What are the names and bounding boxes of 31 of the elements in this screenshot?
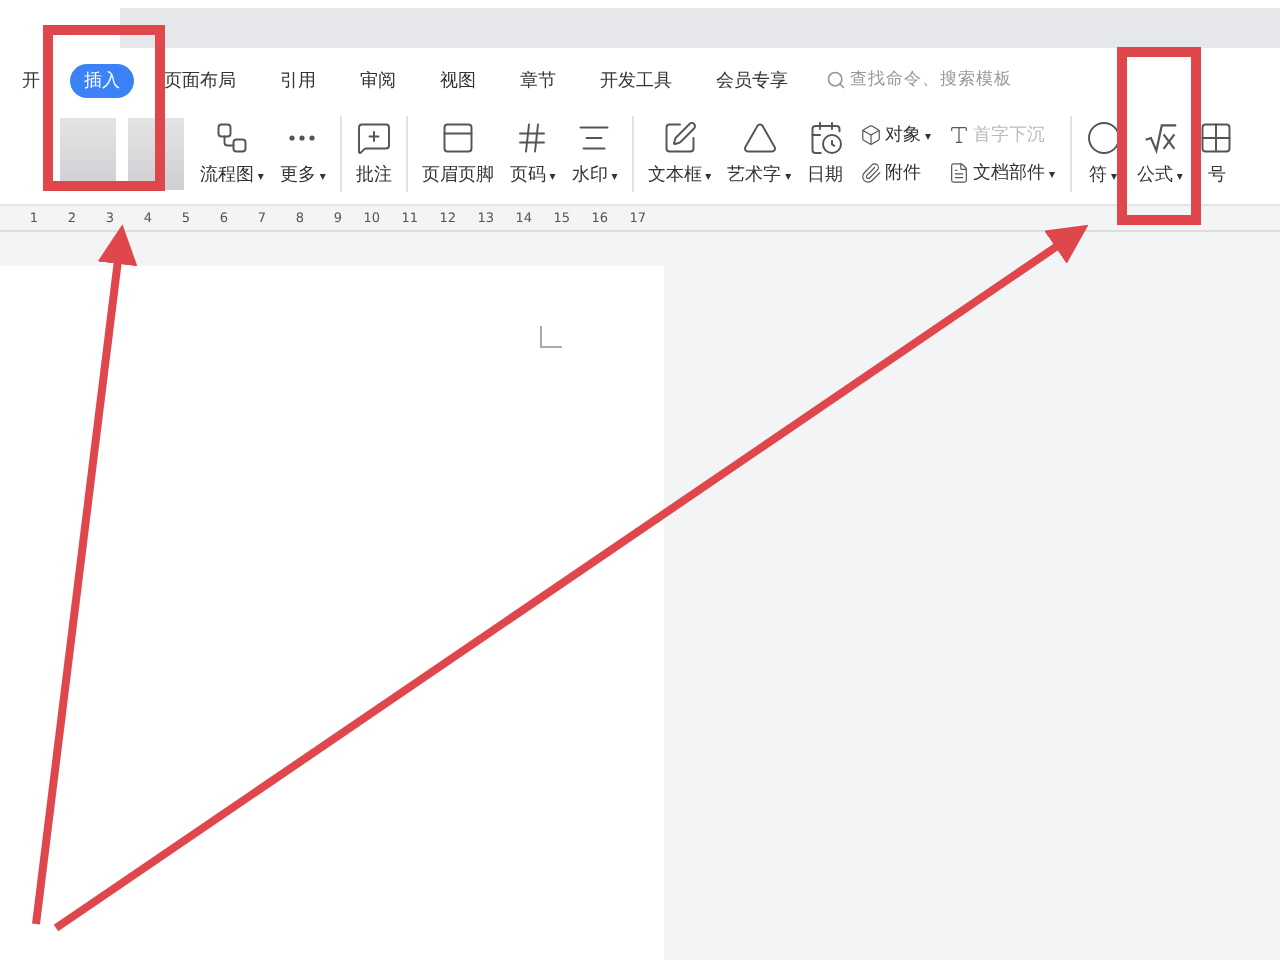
ribbon-button[interactable]: 批注 xyxy=(347,120,400,188)
ribbon-tab[interactable]: 开 xyxy=(8,63,54,97)
square-root-icon xyxy=(1141,120,1178,156)
cube-icon xyxy=(859,124,882,146)
calendar-icon xyxy=(807,120,844,156)
header-icon xyxy=(439,120,476,156)
document-icon xyxy=(947,162,970,184)
ribbon-button[interactable]: 页眉页脚 xyxy=(413,120,502,188)
letter-icon xyxy=(947,124,970,146)
triangle-icon xyxy=(741,120,778,156)
ribbon-tab[interactable]: 会员专享 xyxy=(702,63,802,97)
text-box-icon xyxy=(661,120,698,156)
ribbon-tab[interactable]: 开发工具 xyxy=(586,63,686,97)
ribbon-tab[interactable]: 审阅 xyxy=(346,63,410,97)
ribbon-tab[interactable]: 引用 xyxy=(266,63,330,97)
paperclip-icon xyxy=(859,162,882,184)
ribbon-tab[interactable]: 插入 xyxy=(70,63,134,97)
ribbon-tab[interactable]: 页面布局 xyxy=(150,63,250,97)
dots-icon xyxy=(288,134,317,142)
ribbon-button[interactable]: 附件 xyxy=(859,160,932,186)
flowchart-icon xyxy=(213,120,250,156)
hash-icon xyxy=(514,120,551,156)
ribbon-button[interactable]: 号 xyxy=(1190,120,1243,188)
circle-icon xyxy=(1085,120,1121,156)
search-icon xyxy=(826,70,846,90)
grid-icon xyxy=(1198,120,1235,156)
ribbon-tab[interactable]: 章节 xyxy=(506,63,570,97)
comment-icon xyxy=(355,120,392,156)
ribbon-button[interactable]: 日期 xyxy=(799,120,852,188)
margin-corner-mark xyxy=(540,326,562,348)
ribbon-tab[interactable]: 视图 xyxy=(426,63,490,97)
